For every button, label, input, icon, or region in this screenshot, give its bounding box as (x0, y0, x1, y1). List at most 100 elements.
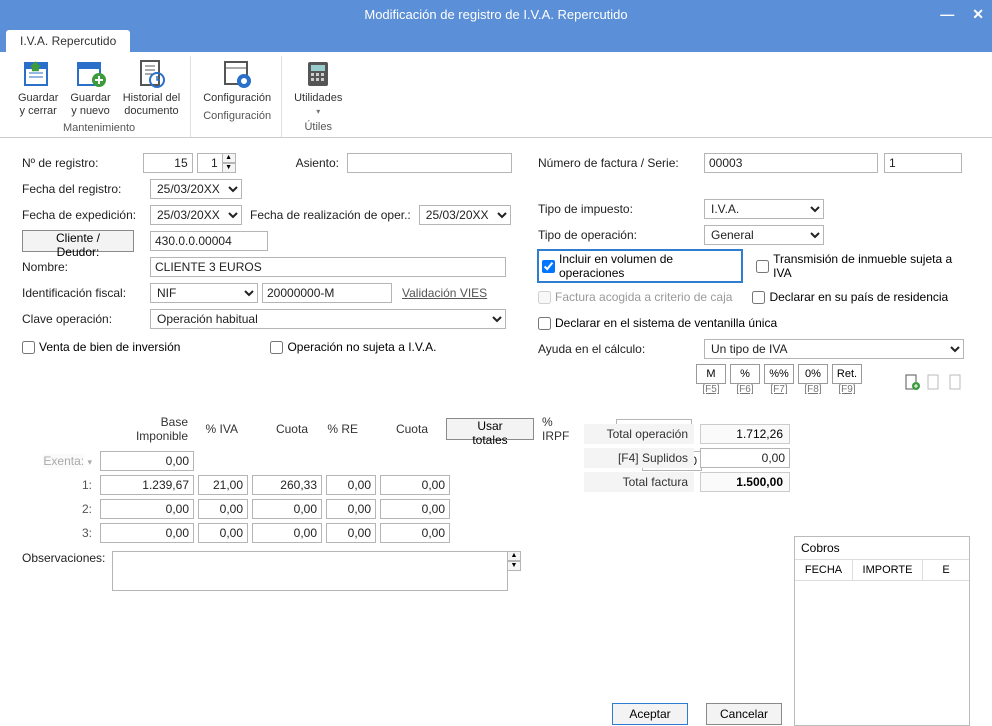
r3-base[interactable] (100, 523, 194, 543)
add-icon[interactable] (904, 374, 920, 390)
th-base: Base Imponible (100, 411, 194, 447)
ribbon-group-config: Configuración (197, 107, 277, 125)
usar-totales-button[interactable]: Usar totales (446, 418, 534, 440)
numfact-label: Número de factura / Serie: (538, 156, 696, 170)
util-button[interactable]: Utilidades ▾ (288, 56, 348, 118)
exenta-label: Exenta: (43, 454, 84, 468)
ayuda-label: Ayuda en el cálculo: (538, 342, 696, 356)
cliente-button[interactable]: Cliente / Deudor: (22, 230, 134, 252)
supl-input[interactable] (700, 448, 790, 468)
close-icon[interactable]: ✕ (972, 6, 984, 23)
op-no-iva-checkbox[interactable]: Operación no sujeta a I.V.A. (270, 340, 436, 354)
nregistro-spinner[interactable]: ▲▼ (222, 153, 236, 173)
ribbon-group-maint: Mantenimiento (12, 119, 186, 137)
delete-icon[interactable] (948, 374, 964, 390)
r3-piva[interactable] (198, 523, 248, 543)
clave-select[interactable]: Operación habitual (150, 309, 506, 329)
ribbon-group-util: Útiles (288, 118, 348, 136)
obs-textarea[interactable] (112, 551, 508, 591)
r2-cuota[interactable] (252, 499, 322, 519)
idfiscal-tipo-select[interactable]: NIF (150, 283, 258, 303)
tabstrip: I.V.A. Repercutido (0, 28, 992, 52)
transm-checkbox[interactable]: Transmisión de inmueble sujeta a IVA (756, 252, 970, 280)
cobros-col-e: E (923, 560, 969, 580)
ventanilla-checkbox[interactable]: Declarar en el sistema de ventanilla úni… (538, 316, 777, 330)
nombre-label: Nombre: (22, 260, 150, 274)
foper-label: Fecha de realización de oper.: (250, 208, 411, 222)
titlebar: Modificación de registro de I.V.A. Reper… (0, 0, 992, 28)
fexped-select[interactable]: 25/03/20XX (150, 205, 242, 225)
cobros-toolbar (904, 374, 964, 390)
r1-label: 1: (22, 478, 100, 492)
tipo-op-select[interactable]: General (704, 225, 824, 245)
tab-iva-repercutido[interactable]: I.V.A. Repercutido (6, 30, 130, 52)
venta-bi-checkbox[interactable]: Venta de bien de inversión (22, 340, 180, 354)
nregistro-label: Nº de registro: (22, 156, 143, 170)
fregistro-select[interactable]: 25/03/20XX (150, 179, 242, 199)
r3-cuota[interactable] (252, 523, 322, 543)
vies-link[interactable]: Validación VIES (402, 286, 487, 300)
history-button[interactable]: Historial del documento (117, 56, 186, 119)
hb-pct[interactable]: % (730, 364, 760, 384)
edit-icon[interactable] (926, 374, 942, 390)
cobros-panel: Cobros FECHA IMPORTE E (794, 536, 970, 726)
obs-scroll[interactable]: ▲▼ (507, 551, 521, 571)
totfac-label: Total factura (584, 472, 694, 492)
idfiscal-label: Identificación fiscal: (22, 286, 150, 300)
foper-select[interactable]: 25/03/20XX (419, 205, 511, 225)
asiento-label: Asiento: (296, 156, 339, 170)
th-piva: % IVA (194, 418, 244, 440)
cancel-button[interactable]: Cancelar (706, 703, 782, 725)
r3-pre[interactable] (326, 523, 376, 543)
r3-label: 3: (22, 526, 100, 540)
r2-cuota2[interactable] (380, 499, 450, 519)
r2-label: 2: (22, 502, 100, 516)
save-new-button[interactable]: Guardar y nuevo (64, 56, 116, 119)
r1-pre[interactable] (326, 475, 376, 495)
accept-button[interactable]: Aceptar (612, 703, 688, 725)
criterio-checkbox[interactable]: Factura acogida a criterio de caja (538, 290, 732, 304)
cobros-title: Cobros (801, 541, 840, 555)
nombre-input[interactable] (150, 257, 506, 277)
totop-value: 1.712,26 (700, 424, 790, 444)
totop-label: Total operación (584, 424, 694, 444)
save-close-button[interactable]: Guardar y cerrar (12, 56, 64, 119)
incluir-checkbox[interactable]: Incluir en volumen de operaciones (538, 250, 742, 282)
hb-0pct[interactable]: 0% (798, 364, 828, 384)
fexped-label: Fecha de expedición: (22, 208, 150, 222)
cliente-input[interactable] (150, 231, 268, 251)
config-button[interactable]: Configuración (197, 56, 277, 107)
ayuda-select[interactable]: Un tipo de IVA (704, 339, 964, 359)
totfac-value: 1.500,00 (700, 472, 790, 492)
th-pre: % RE (314, 418, 364, 440)
asiento-input[interactable] (347, 153, 512, 173)
minimize-icon[interactable]: — (940, 6, 954, 23)
r2-piva[interactable] (198, 499, 248, 519)
clave-label: Clave operación: (22, 312, 150, 326)
pais-checkbox[interactable]: Declarar en su país de residencia (752, 290, 948, 304)
hb-ret[interactable]: Ret. (832, 364, 862, 384)
hb-pctpct[interactable]: %% (764, 364, 794, 384)
th-cuota: Cuota (244, 418, 314, 440)
tipo-op-label: Tipo de operación: (538, 228, 696, 242)
r1-cuota2[interactable] (380, 475, 450, 495)
ribbon: Guardar y cerrar Guardar y nuevo Histori… (0, 52, 992, 138)
cobros-col-importe: IMPORTE (853, 560, 923, 580)
window-title: Modificación de registro de I.V.A. Reper… (364, 7, 627, 22)
idfiscal-num-input[interactable] (262, 283, 392, 303)
obs-label: Observaciones: (22, 551, 112, 565)
tipo-imp-select[interactable]: I.V.A. (704, 199, 824, 219)
serie-input[interactable] (884, 153, 962, 173)
cobros-col-fecha: FECHA (795, 560, 853, 580)
th-cuota2: Cuota (364, 418, 434, 440)
r1-cuota[interactable] (252, 475, 322, 495)
hb-m[interactable]: M (696, 364, 726, 384)
r2-base[interactable] (100, 499, 194, 519)
r1-piva[interactable] (198, 475, 248, 495)
nregistro-sub-input[interactable] (197, 153, 223, 173)
r2-pre[interactable] (326, 499, 376, 519)
r3-cuota2[interactable] (380, 523, 450, 543)
nregistro-input[interactable] (143, 153, 193, 173)
r1-base[interactable] (100, 475, 194, 495)
numfact-input[interactable] (704, 153, 878, 173)
